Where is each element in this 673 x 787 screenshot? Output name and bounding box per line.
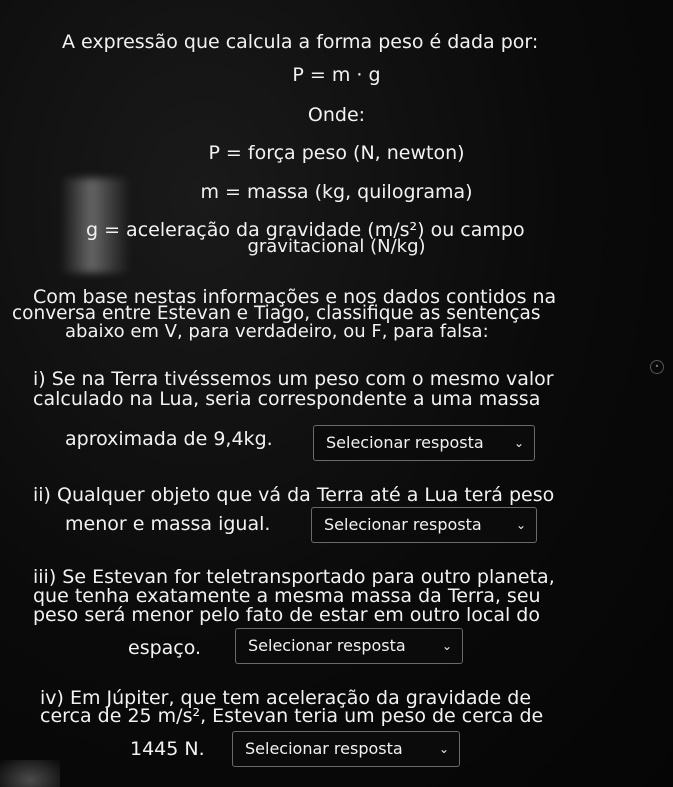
formula: P = m · g bbox=[292, 64, 381, 86]
question-4-line3: 1445 N. bbox=[130, 738, 205, 760]
question-1-line1: i) Se na Terra tivéssemos um peso com o … bbox=[33, 368, 554, 390]
screen: A expressão que calcula a forma peso é d… bbox=[0, 0, 673, 787]
question-1-line2: calculado na Lua, seria correspondente a… bbox=[33, 388, 541, 410]
answer-select-2-label: Selecionar resposta bbox=[324, 515, 482, 534]
answer-select-2[interactable]: Selecionar resposta ⌄ bbox=[311, 507, 537, 543]
definition-g-line2: gravitacional (N/kg) bbox=[247, 236, 426, 257]
screen-glare-bottom bbox=[0, 760, 60, 787]
onde-label: Onde: bbox=[307, 104, 366, 126]
answer-select-3[interactable]: Selecionar resposta ⌄ bbox=[235, 628, 463, 664]
answer-select-1[interactable]: Selecionar resposta ⌄ bbox=[313, 425, 535, 461]
chevron-down-icon: ⌄ bbox=[515, 518, 526, 532]
instructions-line3: abaixo em V, para verdadeiro, ou F, para… bbox=[65, 321, 489, 342]
chevron-down-icon: ⌄ bbox=[438, 742, 449, 756]
definition-m: m = massa (kg, quilograma) bbox=[200, 181, 473, 203]
question-2-line1: ii) Qualquer objeto que vá da Terra até … bbox=[33, 484, 555, 506]
question-3-line3: peso será menor pelo fato de estar em ou… bbox=[33, 604, 540, 626]
question-2-line2: menor e massa igual. bbox=[65, 513, 271, 535]
chevron-down-icon: ⌄ bbox=[513, 436, 524, 450]
definition-p: P = força peso (N, newton) bbox=[208, 142, 465, 164]
chevron-down-icon: ⌄ bbox=[441, 639, 452, 653]
answer-select-3-label: Selecionar resposta bbox=[248, 636, 406, 655]
question-3-line4: espaço. bbox=[128, 637, 202, 659]
side-indicator-icon: • bbox=[650, 360, 664, 374]
intro-heading: A expressão que calcula a forma peso é d… bbox=[62, 31, 539, 53]
answer-select-1-label: Selecionar resposta bbox=[326, 433, 484, 452]
answer-select-4-label: Selecionar resposta bbox=[245, 739, 403, 758]
answer-select-4[interactable]: Selecionar resposta ⌄ bbox=[232, 731, 460, 767]
question-4-line2: cerca de 25 m/s², Estevan teria um peso … bbox=[40, 705, 544, 727]
question-1-line3: aproximada de 9,4kg. bbox=[65, 428, 273, 450]
